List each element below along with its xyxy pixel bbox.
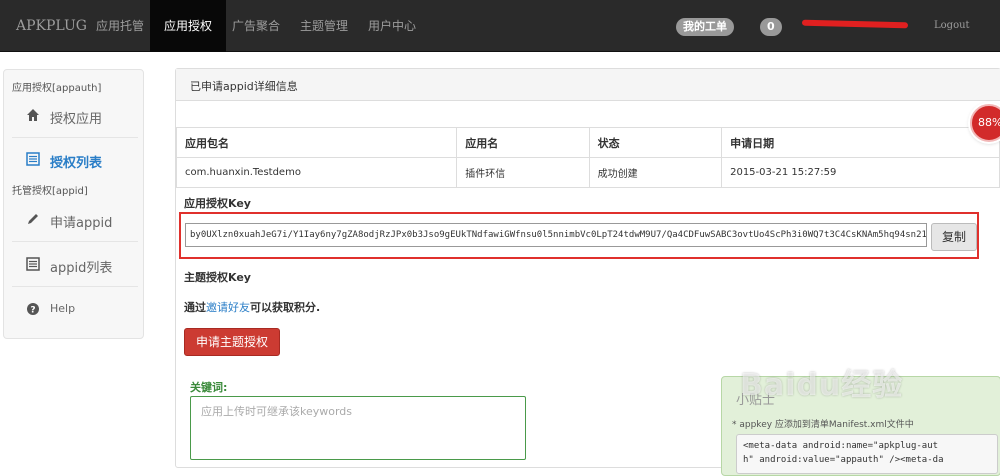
sidebar-item-label: 申请appid — [50, 216, 113, 231]
nav-app-hosting[interactable]: 应用托管 — [82, 0, 158, 52]
sidebar-group-appauth: 应用授权[appauth] — [12, 83, 102, 94]
nav-theme-management[interactable]: 主题管理 — [286, 0, 362, 52]
auth-key-highlight: by0UXlzn0xuahJeG7i/Y1Iay6ny7gZA8odjRzJPx… — [179, 212, 979, 259]
user-name-redacted[interactable] — [801, 18, 909, 32]
sidebar-item-appid-list[interactable]: appid列表 — [4, 243, 140, 287]
progress-badge[interactable]: 88% — [970, 104, 1000, 142]
tickets-count-badge[interactable]: 0 — [760, 18, 782, 36]
sidebar-item-apply-appid[interactable]: 申请appid — [4, 198, 140, 242]
sidebar-item-label: 授权应用 — [50, 112, 103, 127]
tips-code-line: h" android:value="appauth" /><meta-da — [743, 455, 944, 465]
column-header-app-name: 应用名 — [456, 127, 590, 158]
auth-key-field[interactable]: by0UXlzn0xuahJeG7i/Y1Iay6ny7gZA8odjRzJPx… — [185, 223, 927, 247]
redaction-mark — [801, 19, 909, 29]
table-row: com.huanxin.Testdemo 插件环信 成功创建 2015-03-2… — [175, 157, 1000, 188]
logout-link[interactable]: Logout — [934, 20, 970, 31]
home-icon — [27, 109, 39, 121]
sidebar-divider — [12, 286, 138, 287]
sidebar-item-auth-list[interactable]: 授权列表 — [4, 138, 140, 182]
pencil-icon — [28, 214, 38, 224]
top-navbar: APKPLUG 应用托管 应用授权 广告聚合 主题管理 用户中心 我的工单 0 … — [0, 0, 1000, 52]
sidebar-item-help[interactable]: ? Help — [4, 288, 140, 332]
nav-user-center[interactable]: 用户中心 — [354, 0, 430, 52]
table-header-row: 应用包名 应用名 状态 申请日期 — [175, 127, 1000, 158]
list-icon — [26, 152, 40, 166]
panel-header: 已申请appid详细信息 — [176, 69, 1000, 101]
keywords-label: 关键词: — [190, 381, 228, 394]
sidebar: 应用授权[appauth] 授权应用 授权列表 托管授权[appid] 申请ap… — [3, 69, 144, 339]
nav-ad-aggregation[interactable]: 广告聚合 — [218, 0, 294, 52]
sidebar-item-label: 授权列表 — [50, 156, 103, 171]
sidebar-item-label: Help — [50, 302, 76, 315]
invite-friends-link[interactable]: 邀请好友 — [206, 301, 250, 314]
auth-key-label: 应用授权Key — [184, 197, 251, 210]
sidebar-divider — [12, 241, 138, 242]
sidebar-item-authorize-app[interactable]: 授权应用 — [4, 94, 140, 138]
list-icon — [26, 257, 40, 271]
column-header-status: 状态 — [588, 127, 723, 158]
cell-app-name: 插件环信 — [456, 157, 590, 188]
brand-logo[interactable]: APKPLUG — [16, 18, 87, 34]
question-icon: ? — [27, 303, 39, 316]
my-tickets-badge[interactable]: 我的工单 — [676, 18, 734, 36]
nav-app-auth[interactable]: 应用授权 — [150, 0, 227, 52]
column-header-package: 应用包名 — [175, 127, 458, 158]
baidu-watermark: Baidu经验 — [740, 368, 904, 403]
cell-status: 成功创建 — [588, 157, 723, 188]
app-table: 应用包名 应用名 状态 申请日期 com.huanxin.Testdemo 插件… — [175, 127, 1000, 188]
theme-key-label: 主题授权Key — [184, 271, 251, 284]
apply-theme-auth-button[interactable]: 申请主题授权 — [184, 328, 280, 356]
invite-text: 通过邀请好友可以获取积分. — [184, 299, 320, 315]
appid-detail-panel: 已申请appid详细信息 应用包名 应用名 状态 申请日期 com.huanxi… — [175, 68, 1000, 476]
tips-code-block: <meta-data android:name="apkplug-aut h" … — [736, 434, 998, 474]
svg-text:?: ? — [30, 306, 35, 316]
copy-button[interactable]: 复制 — [931, 223, 977, 251]
sidebar-item-label: appid列表 — [50, 261, 113, 276]
invite-suffix: 可以获取积分. — [250, 301, 321, 314]
cell-package: com.huanxin.Testdemo — [175, 157, 458, 188]
tips-note: * appkey 应添加到清单Manifest.xml文件中 — [732, 420, 914, 430]
panel-title: 已申请appid详细信息 — [190, 80, 298, 93]
keywords-textarea[interactable]: 应用上传时可继承该keywords — [190, 396, 526, 460]
sidebar-group-appid: 托管授权[appid] — [12, 186, 88, 197]
tips-code-line: <meta-data android:name="apkplug-aut — [743, 441, 939, 451]
invite-prefix: 通过 — [184, 301, 206, 314]
column-header-date: 申请日期 — [721, 127, 1000, 158]
cell-date: 2015-03-21 15:27:59 — [721, 157, 1000, 188]
